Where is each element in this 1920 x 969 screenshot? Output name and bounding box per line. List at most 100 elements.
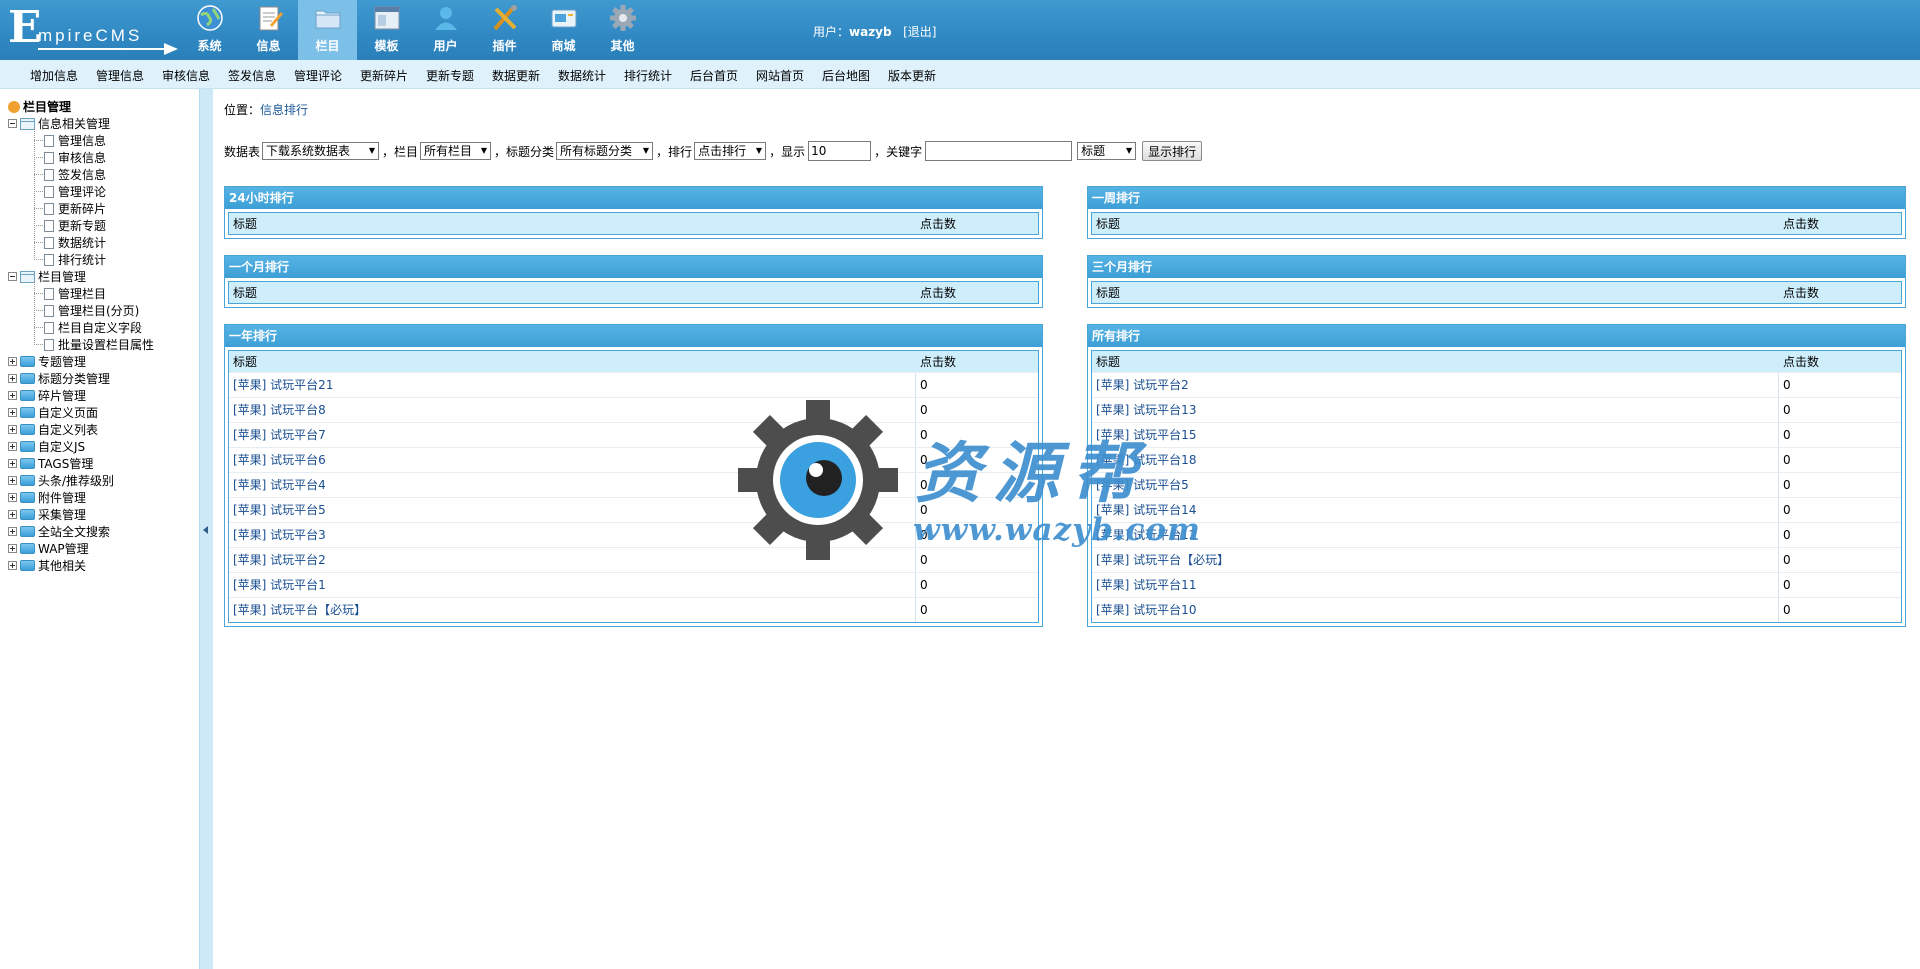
article-link[interactable]: [苹果] 试玩平台8: [233, 403, 326, 417]
menu-item-7[interactable]: 数据更新: [492, 67, 540, 84]
tree-item[interactable]: 管理栏目: [44, 285, 106, 302]
topnav-notepad[interactable]: 信息: [239, 0, 298, 60]
article-link[interactable]: [苹果] 试玩平台【必玩】: [233, 603, 366, 617]
keyword-input[interactable]: [925, 141, 1073, 161]
expand-toggle-icon[interactable]: [8, 391, 17, 400]
article-link[interactable]: [苹果] 试玩平台13: [1096, 403, 1196, 417]
article-link[interactable]: [苹果] 试玩平台2: [233, 553, 326, 567]
tree-item[interactable]: 数据统计: [44, 234, 106, 251]
tree-group[interactable]: 头条/推荐级别: [8, 472, 114, 489]
tree-item[interactable]: 管理评论: [44, 183, 106, 200]
user-icon: [431, 3, 461, 33]
tree-group[interactable]: 信息相关管理: [8, 115, 110, 132]
menu-item-3[interactable]: 签发信息: [228, 67, 276, 84]
search-field-select[interactable]: 标题: [1077, 142, 1137, 160]
expand-toggle-icon[interactable]: [8, 374, 17, 383]
tree-group[interactable]: 自定义JS: [8, 438, 85, 455]
tree-item[interactable]: 更新碎片: [44, 200, 106, 217]
menu-item-4[interactable]: 管理评论: [294, 67, 342, 84]
expand-toggle-icon[interactable]: [8, 357, 17, 366]
topnav-user[interactable]: 用户: [416, 0, 475, 60]
menu-item-0[interactable]: 增加信息: [30, 67, 78, 84]
table-select[interactable]: 下载系统数据表: [262, 142, 380, 160]
topnav-window[interactable]: 模板: [357, 0, 416, 60]
tree-item[interactable]: 更新专题: [44, 217, 106, 234]
tree-item[interactable]: 批量设置栏目属性: [44, 336, 154, 353]
collapse-arrow-icon[interactable]: [203, 526, 208, 534]
show-count-input[interactable]: [808, 141, 872, 161]
show-ranking-button[interactable]: 显示排行: [1142, 141, 1203, 161]
menu-item-9[interactable]: 排行统计: [624, 67, 672, 84]
tree-group[interactable]: 碎片管理: [8, 387, 86, 404]
menu-item-11[interactable]: 网站首页: [756, 67, 804, 84]
article-link[interactable]: [苹果] 试玩平台12: [1096, 528, 1196, 542]
article-link[interactable]: [苹果] 试玩平台5: [1096, 478, 1189, 492]
tree-group[interactable]: 其他相关: [8, 557, 86, 574]
article-link[interactable]: [苹果] 试玩平台6: [233, 453, 326, 467]
expand-toggle-icon[interactable]: [8, 425, 17, 434]
folder-icon: [20, 424, 35, 435]
column-select[interactable]: 所有栏目: [420, 142, 492, 160]
article-link[interactable]: [苹果] 试玩平台4: [233, 478, 326, 492]
tree-group[interactable]: 自定义列表: [8, 421, 98, 438]
tree-item[interactable]: 管理信息: [44, 132, 106, 149]
expand-toggle-icon[interactable]: [8, 544, 17, 553]
article-link[interactable]: [苹果] 试玩平台7: [233, 428, 326, 442]
expand-toggle-icon[interactable]: [8, 408, 17, 417]
tree-group[interactable]: WAP管理: [8, 540, 89, 557]
expand-toggle-icon[interactable]: [8, 459, 17, 468]
tree-item[interactable]: 排行统计: [44, 251, 106, 268]
expand-toggle-icon[interactable]: [8, 476, 17, 485]
topnav-card[interactable]: 商城: [534, 0, 593, 60]
menu-item-13[interactable]: 版本更新: [888, 67, 936, 84]
category-select[interactable]: 所有标题分类: [556, 142, 654, 160]
menu-item-6[interactable]: 更新专题: [426, 67, 474, 84]
tree-group[interactable]: 专题管理: [8, 353, 86, 370]
article-link[interactable]: [苹果] 试玩平台11: [1096, 578, 1196, 592]
tree-group[interactable]: 全站全文搜索: [8, 523, 110, 540]
tree-group[interactable]: 栏目管理: [8, 268, 86, 285]
expand-toggle-icon[interactable]: [8, 527, 17, 536]
expand-toggle-icon[interactable]: [8, 561, 17, 570]
article-link[interactable]: [苹果] 试玩平台【必玩】: [1096, 553, 1229, 567]
menu-item-10[interactable]: 后台首页: [690, 67, 738, 84]
article-link[interactable]: [苹果] 试玩平台3: [233, 528, 326, 542]
tree-group[interactable]: 采集管理: [8, 506, 86, 523]
menu-item-8[interactable]: 数据统计: [558, 67, 606, 84]
expand-toggle-icon[interactable]: [8, 510, 17, 519]
topnav-tools[interactable]: 插件: [475, 0, 534, 60]
ranking-panel: 一周排行 标题 点击数: [1087, 186, 1906, 239]
article-link[interactable]: [苹果] 试玩平台1: [233, 578, 326, 592]
sort-select[interactable]: 点击排行: [694, 142, 767, 160]
topnav-globe[interactable]: 系统: [180, 0, 239, 60]
article-link[interactable]: [苹果] 试玩平台18: [1096, 453, 1196, 467]
sidebar-splitter[interactable]: [199, 89, 213, 969]
expand-toggle-icon[interactable]: [8, 493, 17, 502]
logout-link[interactable]: [退出]: [903, 25, 936, 39]
collapse-toggle-icon[interactable]: [8, 272, 17, 281]
collapse-toggle-icon[interactable]: [8, 119, 17, 128]
tree-root[interactable]: 栏目管理: [8, 98, 71, 115]
menu-item-12[interactable]: 后台地图: [822, 67, 870, 84]
tree-group[interactable]: 附件管理: [8, 489, 86, 506]
tree-item[interactable]: 审核信息: [44, 149, 106, 166]
article-link[interactable]: [苹果] 试玩平台15: [1096, 428, 1196, 442]
article-link[interactable]: [苹果] 试玩平台2: [1096, 378, 1189, 392]
menu-item-5[interactable]: 更新碎片: [360, 67, 408, 84]
breadcrumb-link[interactable]: 信息排行: [260, 103, 308, 117]
tree-item[interactable]: 签发信息: [44, 166, 106, 183]
expand-toggle-icon[interactable]: [8, 442, 17, 451]
article-link[interactable]: [苹果] 试玩平台14: [1096, 503, 1196, 517]
topnav-gear[interactable]: 其他: [593, 0, 652, 60]
article-link[interactable]: [苹果] 试玩平台5: [233, 503, 326, 517]
tree-group[interactable]: 自定义页面: [8, 404, 98, 421]
tree-group[interactable]: 标题分类管理: [8, 370, 110, 387]
tree-item[interactable]: 管理栏目(分页): [44, 302, 139, 319]
menu-item-2[interactable]: 审核信息: [162, 67, 210, 84]
article-link[interactable]: [苹果] 试玩平台21: [233, 378, 333, 392]
tree-group[interactable]: TAGS管理: [8, 455, 93, 472]
topnav-folder[interactable]: 栏目: [298, 0, 357, 60]
article-link[interactable]: [苹果] 试玩平台10: [1096, 603, 1196, 617]
menu-item-1[interactable]: 管理信息: [96, 67, 144, 84]
tree-item[interactable]: 栏目自定义字段: [44, 319, 142, 336]
